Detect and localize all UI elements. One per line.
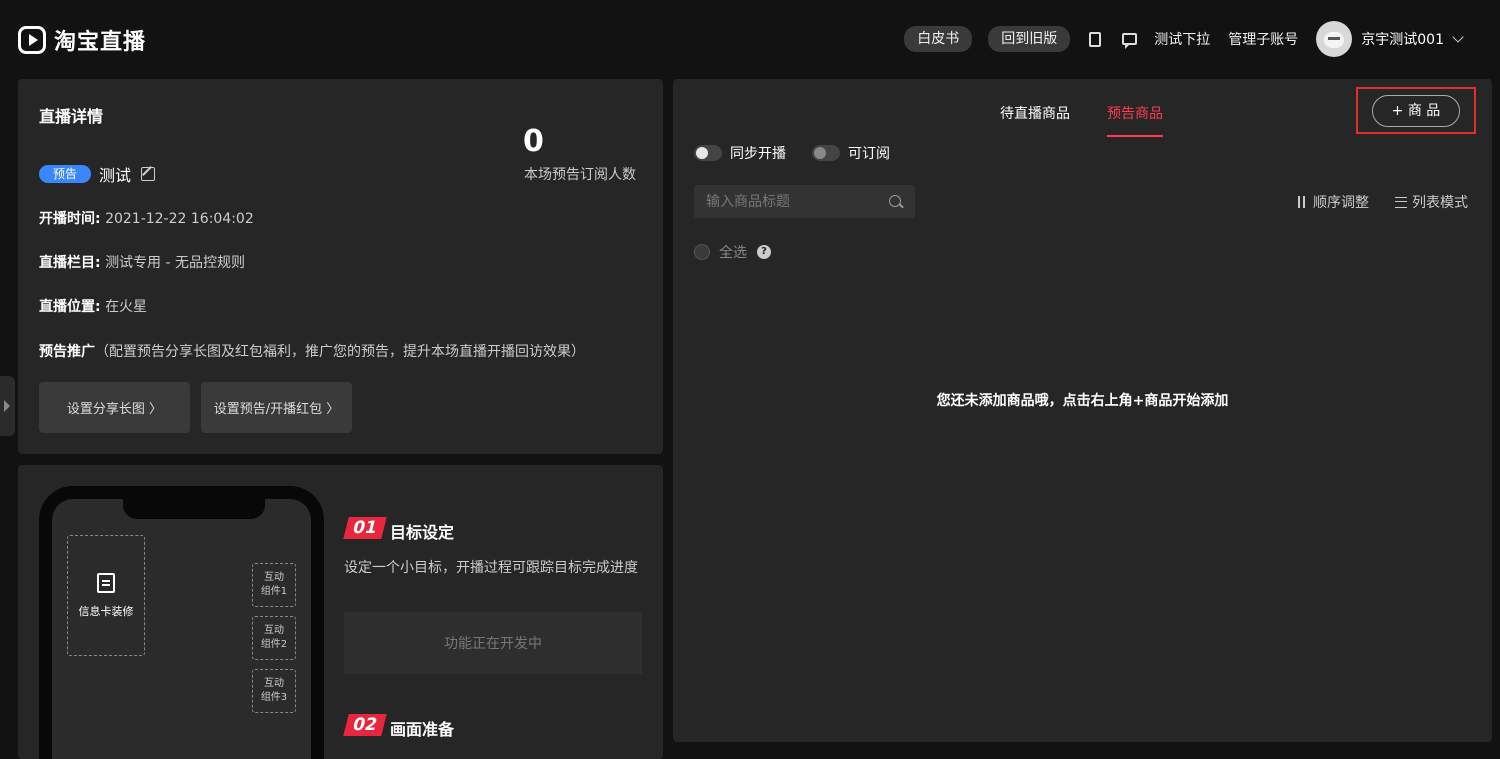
- sub-accounts-link[interactable]: 管理子账号: [1228, 29, 1298, 49]
- products-card: 待直播商品 预告商品 + 商 品 同步开播 可订阅 顺序调整 列表模式 全选 ?…: [673, 79, 1492, 742]
- goal-card: 信息卡装修 互动 组件1 互动 组件2 互动 组件3 01 目标设定 设定一个小…: [18, 465, 663, 759]
- start-time-value: 2021-12-22 16:04:02: [105, 211, 254, 227]
- widget-1-line2: 组件1: [260, 586, 288, 597]
- user-name[interactable]: 京宇测试001: [1361, 29, 1444, 49]
- whitebook-button[interactable]: 白皮书: [904, 26, 973, 52]
- search-icon[interactable]: [889, 195, 901, 207]
- old-version-button[interactable]: 回到旧版: [988, 26, 1071, 52]
- list-label: 列表模式: [1412, 195, 1468, 211]
- location-row: 直播位置: 在火星: [39, 296, 147, 316]
- widget-slot-2[interactable]: 互动 组件2: [252, 616, 296, 660]
- share-image-button[interactable]: 设置分享长图 〉: [39, 382, 190, 433]
- subscribe-label: 可订阅: [848, 146, 890, 162]
- list-mode-button[interactable]: 列表模式: [1395, 192, 1468, 212]
- subscribe-toggle-row[interactable]: 可订阅: [812, 143, 890, 163]
- message-icon[interactable]: [1120, 30, 1138, 49]
- select-all-checkbox[interactable]: [694, 244, 710, 260]
- in-development-box: 功能正在开发中: [344, 612, 642, 674]
- test-dropdown-link[interactable]: 测试下拉: [1154, 29, 1210, 49]
- sort-label: 顺序调整: [1313, 195, 1369, 211]
- sync-switch[interactable]: [694, 145, 722, 161]
- promo-row: 预告推广（配置预告分享长图及红包福利，推广您的预告，提升本场直播开播回访效果）: [39, 341, 585, 361]
- live-title-row: 预告 测试: [39, 162, 156, 186]
- section-title: 直播详情: [39, 107, 104, 126]
- step-2-title: 画面准备: [390, 720, 455, 739]
- start-time-row: 开播时间: 2021-12-22 16:04:02: [39, 208, 254, 228]
- list-icon: [1395, 196, 1407, 208]
- promo-desc: （配置预告分享长图及红包福利，推广您的预告，提升本场直播开播回访效果）: [95, 344, 585, 360]
- sidebar-toggle[interactable]: [0, 376, 15, 436]
- document-icon-shape: [1089, 31, 1102, 47]
- phone-notch: [123, 497, 265, 519]
- sync-label: 同步开播: [730, 146, 786, 162]
- logo[interactable]: 淘宝直播: [18, 24, 146, 56]
- product-search: [694, 185, 915, 218]
- sort-button[interactable]: 顺序调整: [1296, 192, 1369, 212]
- tab-pending-products[interactable]: 待直播商品: [1000, 103, 1070, 123]
- step-1-number: 01: [343, 517, 387, 539]
- info-card-label: 信息卡装修: [78, 604, 134, 618]
- phone-preview: 信息卡装修 互动 组件1 互动 组件2 互动 组件3: [39, 486, 324, 759]
- widget-slot-1[interactable]: 互动 组件1: [252, 563, 296, 607]
- column-value: 测试专用 - 无品控规则: [105, 255, 246, 271]
- widget-3-line2: 组件3: [260, 692, 288, 703]
- widget-2-line1: 互动: [264, 625, 284, 636]
- edit-icon[interactable]: [141, 167, 156, 181]
- header-actions: 白皮书 回到旧版 测试下拉 管理子账号 京宇测试001: [904, 20, 1464, 58]
- subscriber-count: 0: [523, 124, 544, 159]
- step-1-title: 目标设定: [390, 523, 455, 542]
- widget-slot-3[interactable]: 互动 组件3: [252, 669, 296, 713]
- sort-icon: [1296, 196, 1308, 208]
- step-1-desc: 设定一个小目标，开播过程可跟踪目标完成进度: [344, 560, 638, 576]
- live-name: 测试: [99, 166, 132, 185]
- tab-preview-products[interactable]: 预告商品: [1107, 103, 1163, 137]
- empty-state-message: 您还未添加商品哦，点击右上角+商品开始添加: [936, 393, 1229, 409]
- top-header: 淘宝直播 白皮书 回到旧版 测试下拉 管理子账号 京宇测试001: [0, 0, 1500, 78]
- promo-label: 预告推广: [39, 344, 95, 360]
- select-all-row: 全选 ?: [694, 242, 771, 262]
- step-2-number: 02: [343, 714, 387, 736]
- info-card-icon: [97, 572, 115, 593]
- message-icon-shape: [1121, 33, 1137, 49]
- document-icon[interactable]: [1086, 30, 1104, 48]
- widget-2-line2: 组件2: [260, 639, 288, 650]
- subscriber-label: 本场预告订阅人数: [524, 167, 636, 183]
- subscribe-switch[interactable]: [812, 145, 840, 161]
- select-all-label[interactable]: 全选: [719, 242, 747, 262]
- location-value: 在火星: [105, 299, 148, 315]
- add-product-highlight: + 商 品: [1356, 87, 1476, 134]
- red-packet-button[interactable]: 设置预告/开播红包 〉: [201, 382, 352, 433]
- add-product-button[interactable]: + 商 品: [1372, 95, 1460, 127]
- column-row: 直播栏目: 测试专用 - 无品控规则: [39, 252, 245, 272]
- widget-3-line1: 互动: [264, 678, 284, 689]
- column-label: 直播栏目:: [39, 255, 101, 271]
- play-icon: [18, 26, 46, 54]
- status-badge: 预告: [39, 165, 92, 183]
- help-icon[interactable]: ?: [757, 245, 771, 259]
- info-card-slot[interactable]: 信息卡装修: [67, 535, 145, 656]
- chevron-down-icon[interactable]: [1452, 31, 1464, 43]
- search-input[interactable]: [694, 185, 884, 218]
- live-detail-card: 直播详情 0 本场预告订阅人数 预告 测试 开播时间: 2021-12-22 1…: [18, 79, 663, 454]
- logo-text: 淘宝直播: [54, 30, 147, 55]
- start-time-label: 开播时间:: [39, 211, 101, 227]
- avatar[interactable]: [1316, 21, 1353, 57]
- widget-1-line1: 互动: [264, 572, 284, 583]
- sync-toggle-row[interactable]: 同步开播: [694, 143, 786, 163]
- location-label: 直播位置:: [39, 299, 101, 315]
